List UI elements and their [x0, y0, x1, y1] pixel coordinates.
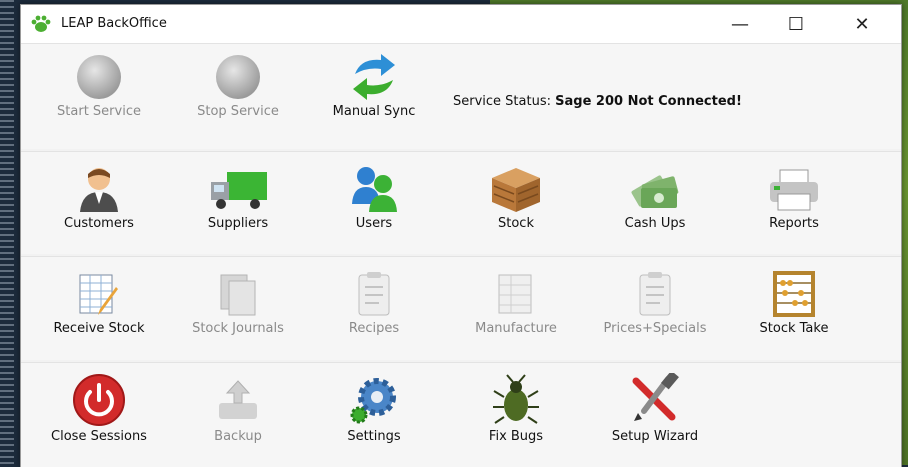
customers-button[interactable]: Customers [44, 164, 154, 231]
crate-icon [492, 168, 540, 212]
gear-icon [350, 378, 396, 424]
cash-icon [631, 175, 679, 208]
bug-icon [493, 374, 539, 424]
system-panel: Close Sessions Backup Settings Fix Bugs … [21, 362, 901, 467]
stop-service-label: Stop Service [197, 104, 279, 119]
stock-journals-button[interactable]: Stock Journals [183, 269, 293, 336]
stock-take-label: Stock Take [759, 321, 829, 336]
app-window: LEAP BackOffice — ☐ ✕ Start Service Stop… [20, 4, 902, 467]
service-status: Service Status: Sage 200 Not Connected! [453, 94, 742, 109]
clipboard-icon [358, 272, 390, 316]
sheet-pencil-icon [79, 274, 118, 315]
close-sessions-button[interactable]: Close Sessions [44, 373, 154, 444]
stock-button[interactable]: Stock [461, 164, 571, 231]
settings-button[interactable]: Settings [319, 373, 429, 444]
abacus-icon [773, 271, 815, 317]
sync-arrows-icon [353, 54, 395, 100]
paw-icon [31, 15, 51, 32]
backup-label: Backup [214, 429, 262, 444]
users-label: Users [355, 216, 393, 231]
document-grid-icon [498, 274, 532, 314]
service-status-value: Sage 200 Not Connected! [555, 94, 742, 109]
title-bar: LEAP BackOffice — ☐ ✕ [21, 5, 901, 43]
hammer-wrench-icon [632, 373, 679, 421]
receive-stock-button[interactable]: Receive Stock [44, 269, 154, 336]
start-service-icon [77, 55, 121, 99]
settings-label: Settings [347, 429, 401, 444]
customers-label: Customers [64, 216, 134, 231]
setup-wizard-label: Setup Wizard [611, 429, 699, 444]
truck-icon [211, 172, 267, 209]
minimize-button[interactable]: — [717, 5, 763, 43]
recipes-label: Recipes [348, 321, 400, 336]
manual-sync-label: Manual Sync [332, 104, 416, 119]
stock-panel: Receive Stock Stock Journals Recipes Man… [21, 256, 901, 360]
close-sessions-label: Close Sessions [51, 429, 147, 444]
journals-icon [220, 274, 256, 316]
close-button[interactable]: ✕ [839, 5, 885, 43]
main-panel: Customers Suppliers Users Stock Cash Ups… [21, 151, 901, 254]
person-icon [80, 168, 118, 212]
cash-ups-button[interactable]: Cash Ups [600, 164, 710, 231]
manufacture-label: Manufacture [475, 321, 557, 336]
receive-stock-label: Receive Stock [53, 321, 145, 336]
manual-sync-button[interactable]: Manual Sync [319, 52, 429, 119]
window-title: LEAP BackOffice [61, 16, 167, 31]
stock-label: Stock [498, 216, 534, 231]
reports-button[interactable]: Reports [739, 164, 849, 231]
cash-ups-label: Cash Ups [624, 216, 686, 231]
stop-service-button[interactable]: Stop Service [183, 52, 293, 119]
service-status-label: Service Status: [453, 94, 551, 109]
suppliers-button[interactable]: Suppliers [183, 164, 293, 231]
stock-journals-label: Stock Journals [192, 321, 284, 336]
users-icon [352, 167, 397, 212]
suppliers-label: Suppliers [207, 216, 269, 231]
power-icon [73, 374, 125, 426]
service-panel: Start Service Stop Service Manual Sync S… [21, 43, 901, 149]
backup-button[interactable]: Backup [183, 373, 293, 444]
stop-service-icon [216, 55, 260, 99]
manufacture-button[interactable]: Manufacture [461, 269, 571, 336]
recipes-button[interactable]: Recipes [319, 269, 429, 336]
fix-bugs-label: Fix Bugs [488, 429, 544, 444]
prices-specials-button[interactable]: Prices+Specials [600, 269, 710, 336]
setup-wizard-button[interactable]: Setup Wizard [600, 373, 710, 444]
reports-label: Reports [769, 216, 819, 231]
prices-specials-label: Prices+Specials [603, 321, 707, 336]
printer-icon [770, 169, 818, 211]
clipboard-icon [639, 272, 671, 316]
maximize-button[interactable]: ☐ [773, 5, 819, 43]
users-button[interactable]: Users [319, 164, 429, 231]
upload-drive-icon [219, 380, 257, 419]
start-service-button[interactable]: Start Service [44, 52, 154, 119]
fix-bugs-button[interactable]: Fix Bugs [461, 373, 571, 444]
start-service-label: Start Service [57, 104, 141, 119]
stock-take-button[interactable]: Stock Take [739, 269, 849, 336]
desktop-edge-pattern [0, 0, 14, 465]
